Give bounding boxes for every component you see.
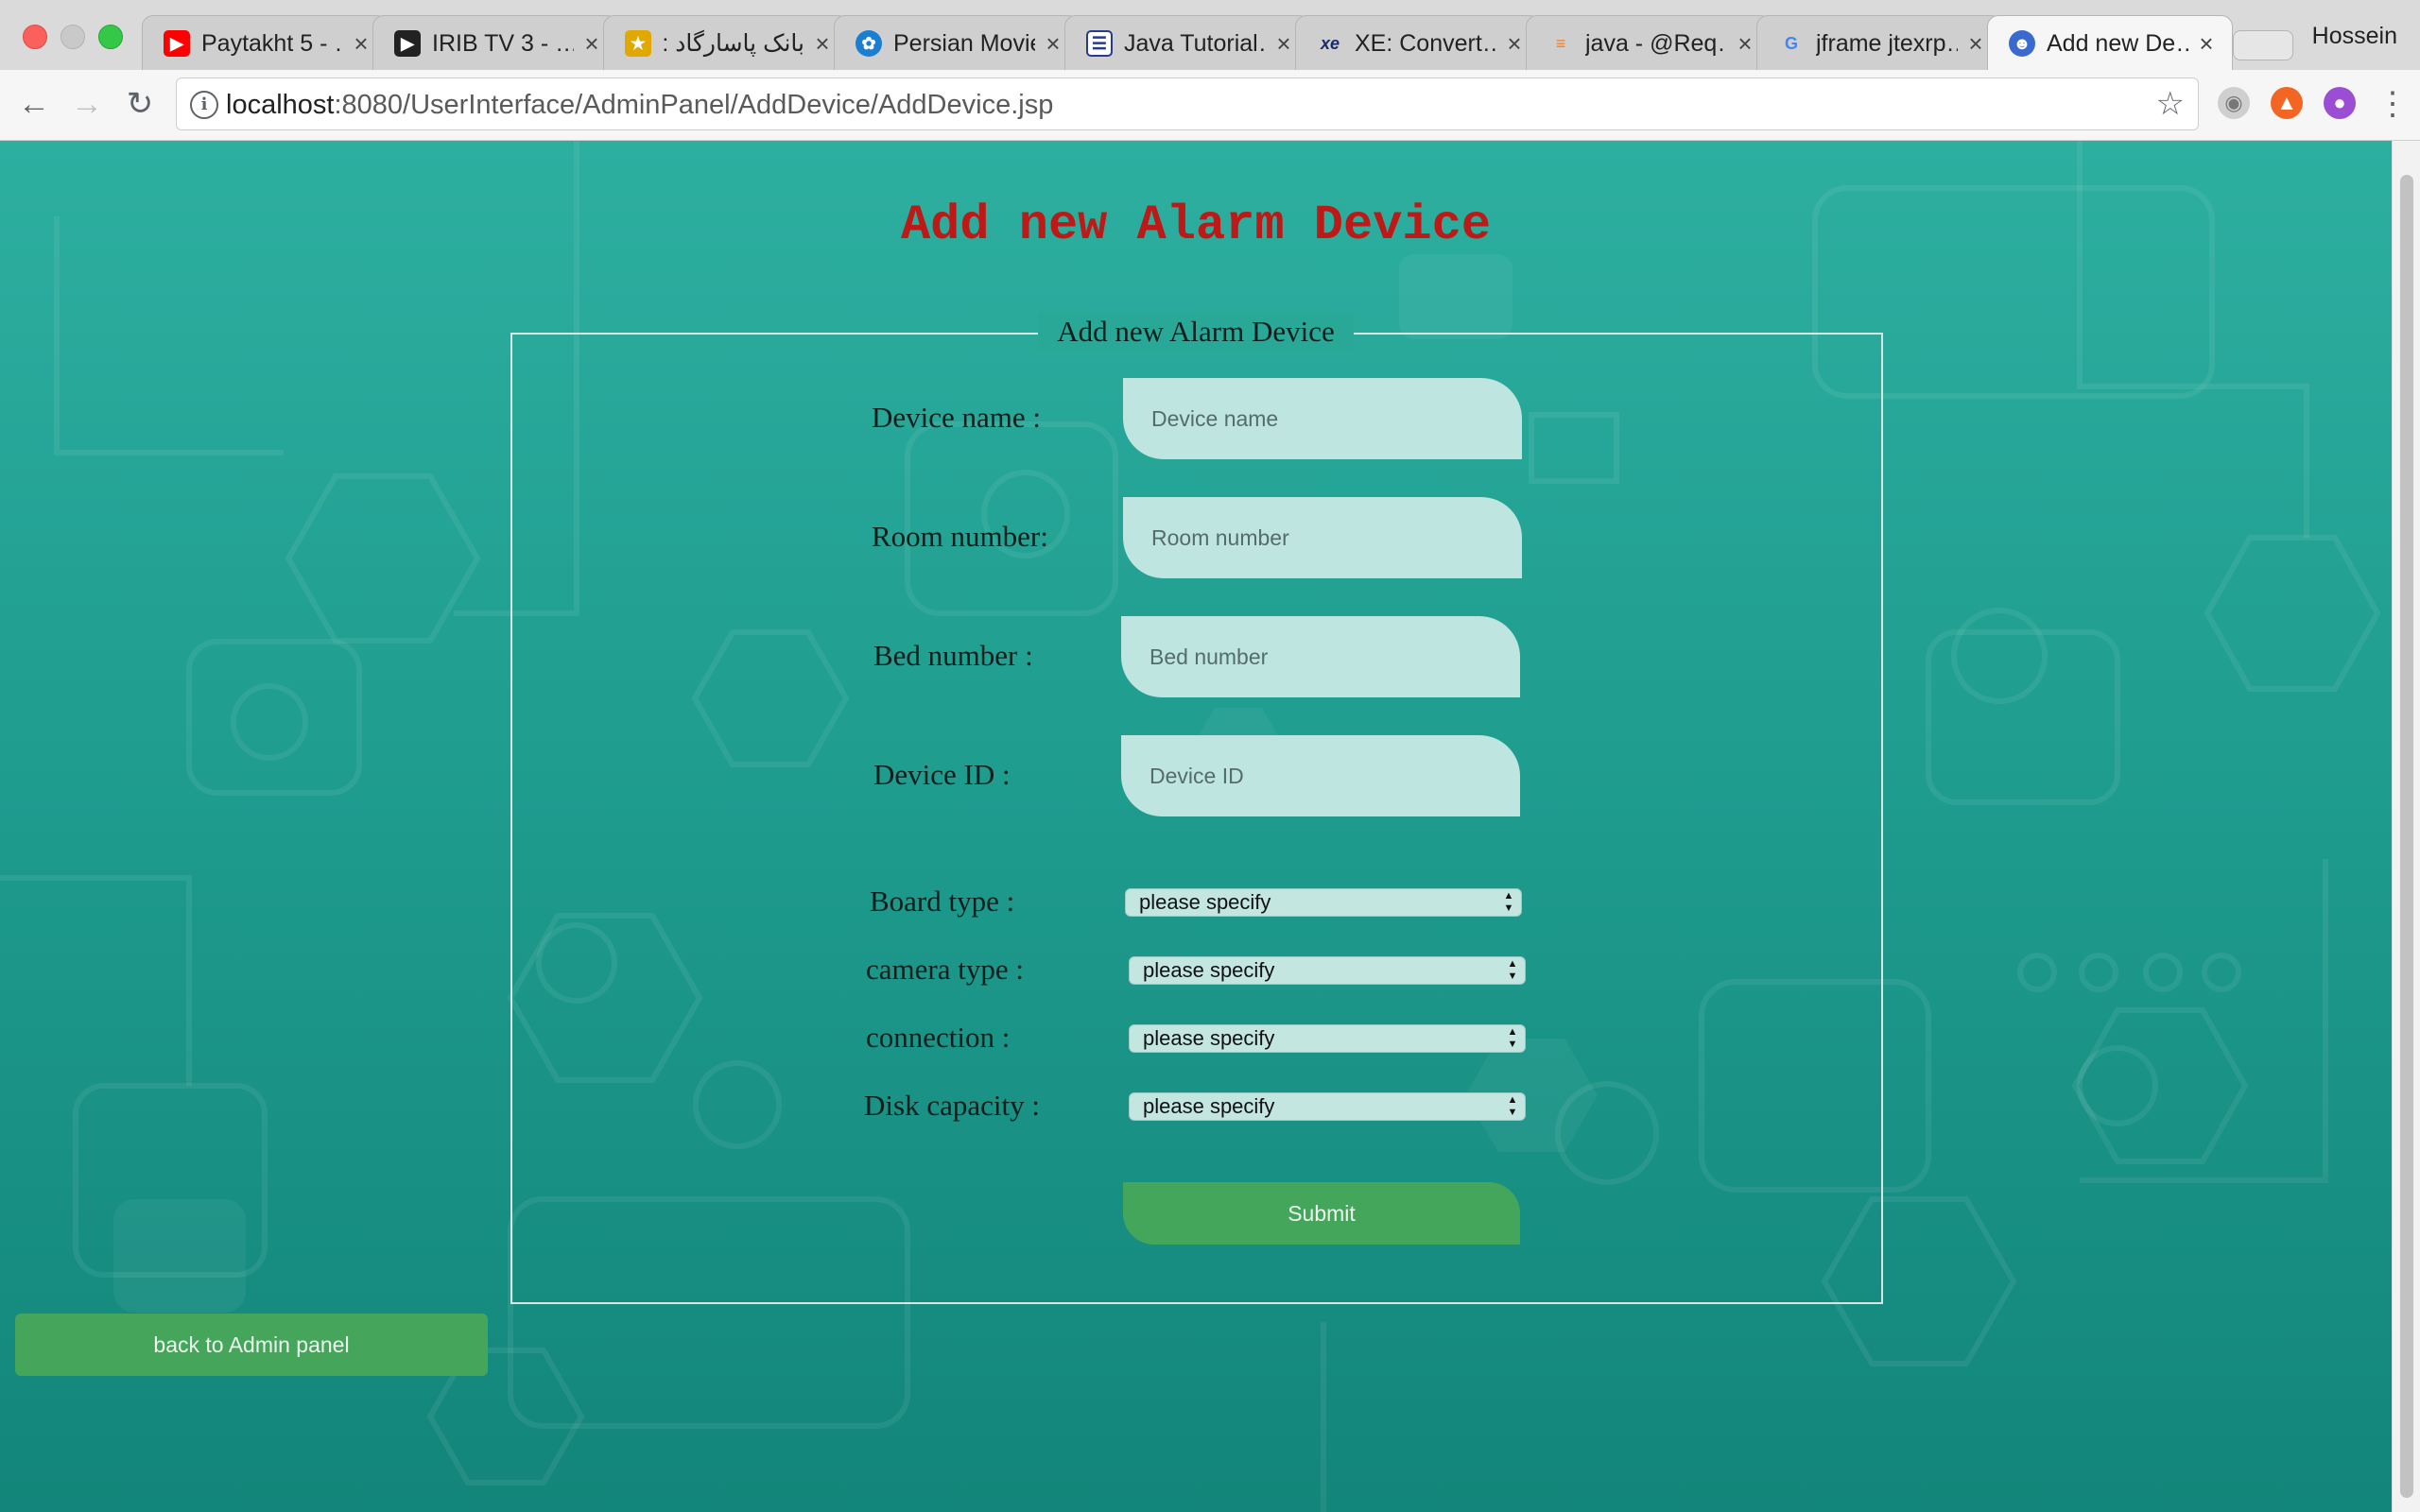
camera-type-select[interactable]: please specify ▲ ▼ [1129, 956, 1526, 985]
board-type-selected-value: please specify [1139, 890, 1271, 914]
admin-user-icon: ☻ [2009, 30, 2035, 57]
select-arrows-icon: ▲ ▼ [1507, 1026, 1518, 1050]
connection-label: connection : [866, 1021, 1011, 1054]
close-tab-icon[interactable]: × [349, 28, 373, 59]
select-arrows-icon: ▲ ▼ [1507, 958, 1518, 982]
device-id-label: Device ID : [873, 758, 1011, 791]
close-tab-icon[interactable]: × [810, 28, 835, 59]
browser-tab[interactable]: ★ بانک پاسارگاد :: … × [603, 15, 849, 70]
close-window-button[interactable] [23, 25, 47, 49]
tab-title: java - @Req… [1585, 30, 1727, 57]
fire-extension-icon[interactable]: ▲ [2271, 87, 2303, 119]
browser-tab[interactable]: G jframe jtexrp… × [1756, 15, 2002, 70]
tab-title: Java Tutorial… [1124, 30, 1266, 57]
form-fieldset [510, 333, 1883, 1304]
close-tab-icon[interactable]: × [579, 28, 604, 59]
tab-title: IRIB TV 3 - … [432, 30, 574, 57]
tab-title: XE: Convert… [1355, 30, 1496, 57]
bird-icon: ✿ [856, 30, 882, 57]
close-tab-icon[interactable]: × [1733, 28, 1757, 59]
browser-tab-strip: ▶ Paytakht 5 - … × ▶ IRIB TV 3 - … × ★ ب… [0, 0, 2420, 71]
bookmark-star-icon[interactable]: ☆ [2156, 86, 2185, 122]
tutorial-icon: ☰ [1086, 30, 1113, 57]
browser-tab[interactable]: ✿ Persian Movie… × [834, 15, 1080, 70]
info-icon[interactable]: i [190, 91, 218, 119]
google-icon: G [1784, 34, 1798, 53]
tab-title: Add new De… [2047, 30, 2188, 57]
page-scrollbar[interactable] [2392, 141, 2420, 1512]
tab-title: Paytakht 5 - … [201, 30, 343, 57]
scrollbar-thumb[interactable] [2400, 175, 2413, 1498]
disk-capacity-select[interactable]: please specify ▲ ▼ [1129, 1092, 1526, 1121]
profile-name[interactable]: Hossein [2312, 23, 2397, 50]
camera-type-label: camera type : [866, 953, 1024, 986]
browser-tab[interactable]: ≡ java - @Req… × [1526, 15, 1772, 70]
board-type-label: Board type : [870, 885, 1015, 918]
bank-icon: ★ [625, 30, 651, 57]
close-tab-icon[interactable]: × [1502, 28, 1527, 59]
tab-title: بانک پاسارگاد :: … [663, 30, 804, 57]
browser-tab[interactable]: ▶ Paytakht 5 - … × [142, 15, 388, 70]
play-icon: ▶ [394, 30, 421, 57]
back-arrow-icon[interactable]: ← [15, 85, 53, 123]
browser-tab[interactable]: xe XE: Convert… × [1295, 15, 1541, 70]
browser-tab-active[interactable]: ☻ Add new De… × [1987, 15, 2233, 70]
device-name-input[interactable] [1123, 378, 1522, 459]
browser-toolbar: ← → ↻ i localhost:8080/UserInterface/Adm… [0, 70, 2420, 141]
reload-icon[interactable]: ↻ [121, 85, 159, 123]
connection-selected-value: please specify [1143, 1026, 1275, 1050]
disk-capacity-selected-value: please specify [1143, 1094, 1275, 1118]
tab-title: Persian Movie… [893, 30, 1035, 57]
minimize-window-button[interactable] [60, 25, 85, 49]
close-tab-icon[interactable]: × [2194, 28, 2219, 59]
back-to-admin-panel-button[interactable]: back to Admin panel [15, 1314, 488, 1376]
bed-number-input[interactable] [1121, 616, 1520, 697]
address-bar[interactable]: i localhost:8080/UserInterface/AdminPane… [176, 77, 2199, 130]
device-name-label: Device name : [872, 401, 1042, 434]
room-number-label: Room number: [872, 520, 1048, 553]
browser-tab[interactable]: ▶ IRIB TV 3 - … × [372, 15, 618, 70]
device-id-input[interactable] [1121, 735, 1520, 816]
board-type-select[interactable]: please specify ▲ ▼ [1125, 888, 1522, 917]
close-tab-icon[interactable]: × [1271, 28, 1296, 59]
url-path: :8080/UserInterface/AdminPanel/AddDevice… [334, 90, 1054, 120]
page-viewport: Add new Alarm Device Add new Alarm Devic… [0, 141, 2392, 1512]
bed-number-label: Bed number : [873, 639, 1033, 672]
xe-icon: xe [1320, 34, 1340, 53]
url-text[interactable]: localhost:8080/UserInterface/AdminPanel/… [226, 89, 1053, 121]
select-arrows-icon: ▲ ▼ [1507, 1094, 1518, 1118]
room-number-input[interactable] [1123, 497, 1522, 578]
youtube-icon: ▶ [164, 30, 190, 57]
browser-tab[interactable]: ☰ Java Tutorial… × [1064, 15, 1310, 70]
new-tab-button[interactable] [2233, 30, 2293, 60]
close-tab-icon[interactable]: × [1963, 28, 1988, 59]
vpn-extension-icon[interactable]: ● [2324, 87, 2356, 119]
maximize-window-button[interactable] [98, 25, 123, 49]
disk-capacity-label: Disk capacity : [864, 1089, 1040, 1122]
tab-title: jframe jtexrp… [1816, 30, 1958, 57]
select-arrows-icon: ▲ ▼ [1503, 890, 1514, 914]
stackoverflow-icon: ≡ [1555, 34, 1566, 53]
connection-select[interactable]: please specify ▲ ▼ [1129, 1024, 1526, 1053]
globe-extension-icon[interactable]: ◉ [2218, 87, 2250, 119]
url-host: localhost [226, 90, 335, 120]
camera-type-selected-value: please specify [1143, 958, 1275, 982]
forward-arrow-icon[interactable]: → [68, 85, 106, 123]
close-tab-icon[interactable]: × [1041, 28, 1065, 59]
kebab-menu-icon[interactable]: ⋮ [2377, 85, 2409, 123]
submit-button[interactable]: Submit [1123, 1182, 1520, 1245]
page-title: Add new Alarm Device [900, 198, 1492, 253]
